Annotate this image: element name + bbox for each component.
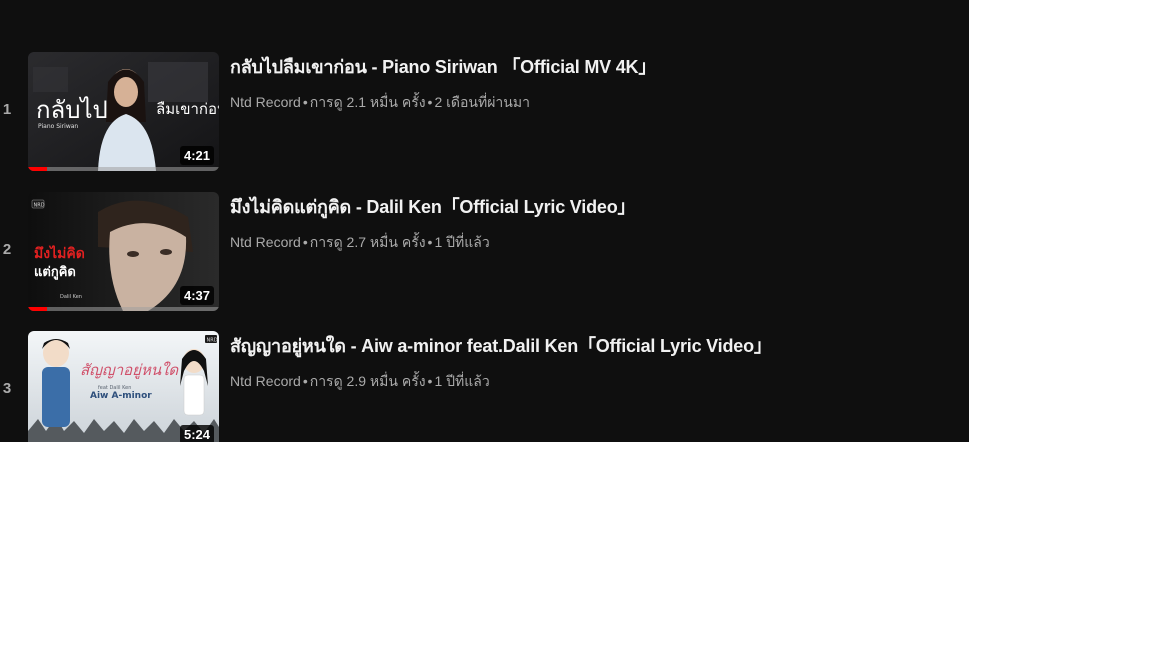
duration-badge: 5:24 bbox=[179, 425, 214, 442]
meta-separator: • bbox=[302, 373, 308, 389]
thumb-artist-text: Piano Siriwan bbox=[38, 123, 78, 130]
video-title[interactable]: สัญญาอยู่หนใด - Aiw a-minor feat.Dalil K… bbox=[230, 333, 950, 359]
video-thumbnail[interactable]: NRD สัญญาอยู่หนใด feat Dalil Ken Aiw A-m… bbox=[28, 331, 219, 442]
meta-separator: • bbox=[427, 94, 433, 110]
channel-logo-text: NRD bbox=[34, 203, 45, 209]
list-item[interactable]: 2 NRD มึงไม่คิด แต่กูคิด Dalil Ken 4:37 … bbox=[0, 191, 969, 311]
video-list-panel: 1 กลับไป Piano Siriwan ลืมเขาก่อน bbox=[0, 0, 969, 442]
thumb-title-text: สัญญาอยู่หนใด bbox=[80, 361, 179, 379]
thumb-artist-text: Aiw A-minor bbox=[90, 391, 152, 401]
thumb-title-text: มึงไม่คิด bbox=[34, 244, 85, 262]
view-count: การดู 2.1 หมื่น ครั้ง bbox=[309, 94, 426, 110]
watch-progress-bar bbox=[28, 167, 219, 171]
video-title[interactable]: มึงไม่คิดแต่กูคิด - Dalil Ken「Official L… bbox=[230, 194, 950, 220]
view-count: การดู 2.9 หมื่น ครั้ง bbox=[309, 373, 426, 389]
thumb-right-text: ลืมเขาก่อน bbox=[156, 100, 219, 118]
channel-name[interactable]: Ntd Record bbox=[230, 94, 301, 110]
rank-number: 2 bbox=[2, 241, 12, 258]
channel-logo-text: NRD bbox=[207, 338, 218, 344]
video-metadata: Ntd Record • การดู 2.9 หมื่น ครั้ง • 1 ปีที่… bbox=[230, 372, 950, 390]
watch-progress-fill bbox=[28, 307, 48, 311]
meta-separator: • bbox=[302, 234, 308, 250]
meta-separator: • bbox=[427, 373, 433, 389]
video-thumbnail[interactable]: NRD มึงไม่คิด แต่กูคิด Dalil Ken 4:37 bbox=[28, 192, 219, 311]
video-info: กลับไปลืมเขาก่อน - Piano Siriwan 「Offici… bbox=[230, 54, 950, 111]
meta-separator: • bbox=[302, 94, 308, 110]
duration-badge: 4:21 bbox=[179, 146, 214, 165]
upload-age: 1 ปีที่แล้ว bbox=[434, 234, 490, 250]
video-title[interactable]: กลับไปลืมเขาก่อน - Piano Siriwan 「Offici… bbox=[230, 54, 950, 80]
thumb-credit-text: Dalil Ken bbox=[60, 294, 82, 300]
list-item[interactable]: 3 NRD สัญญาอยู่หนใด feat Dalil Ken Aiw A… bbox=[0, 330, 969, 442]
rank-number: 1 bbox=[2, 101, 12, 118]
upload-age: 2 เดือนที่ผ่านมา bbox=[434, 94, 530, 110]
meta-separator: • bbox=[427, 234, 433, 250]
thumb-subtitle-text: แต่กูคิด bbox=[34, 265, 76, 280]
watch-progress-fill bbox=[28, 167, 48, 171]
thumb-title-text: กลับไป bbox=[36, 96, 108, 124]
list-item[interactable]: 1 กลับไป Piano Siriwan ลืมเขาก่อน bbox=[0, 51, 969, 171]
watch-progress-bar bbox=[28, 307, 219, 311]
channel-name[interactable]: Ntd Record bbox=[230, 373, 301, 389]
upload-age: 1 ปีที่แล้ว bbox=[434, 373, 490, 389]
channel-name[interactable]: Ntd Record bbox=[230, 234, 301, 250]
video-metadata: Ntd Record • การดู 2.7 หมื่น ครั้ง • 1 ปีที่… bbox=[230, 233, 950, 251]
duration-badge: 4:37 bbox=[179, 286, 214, 305]
video-info: มึงไม่คิดแต่กูคิด - Dalil Ken「Official L… bbox=[230, 194, 950, 251]
video-thumbnail[interactable]: กลับไป Piano Siriwan ลืมเขาก่อน 4:21 bbox=[28, 52, 219, 171]
view-count: การดู 2.7 หมื่น ครั้ง bbox=[309, 234, 426, 250]
video-info: สัญญาอยู่หนใด - Aiw a-minor feat.Dalil K… bbox=[230, 333, 950, 390]
rank-number: 3 bbox=[2, 380, 12, 397]
video-metadata: Ntd Record • การดู 2.1 หมื่น ครั้ง • 2 เดือน… bbox=[230, 93, 950, 111]
